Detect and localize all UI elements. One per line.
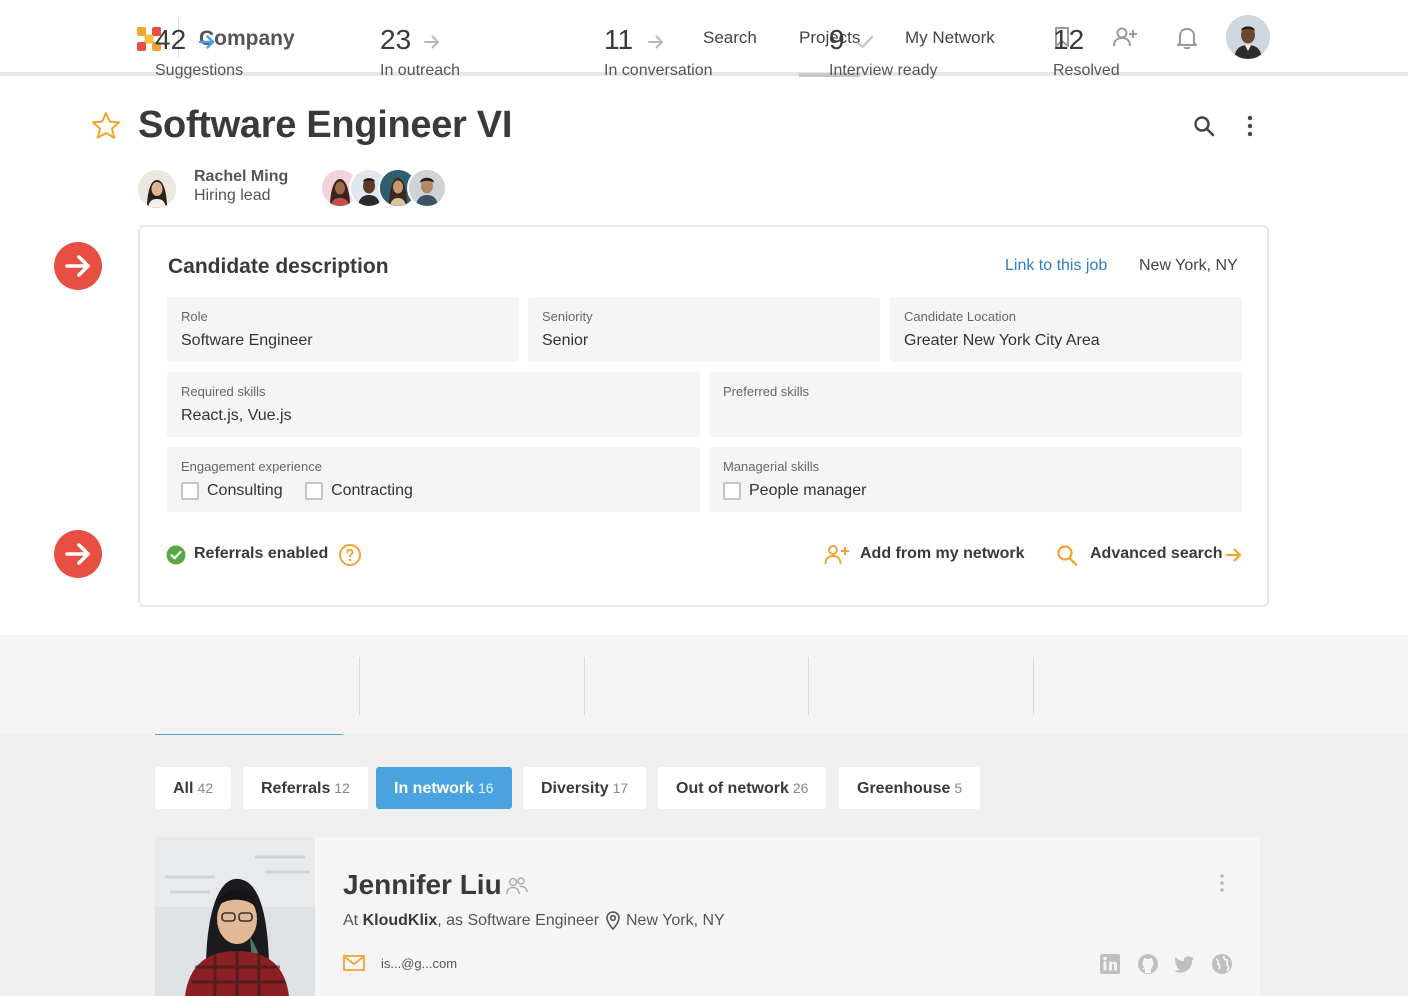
candidate-description-card: Candidate description Link to this job N…: [138, 225, 1269, 607]
stat-interview-ready[interactable]: 9 Interview ready: [829, 24, 1009, 84]
contracting-label: Contracting: [331, 482, 413, 499]
more-options-icon[interactable]: [1240, 114, 1260, 138]
stat-divider: [808, 657, 809, 715]
twitter-icon[interactable]: [1174, 953, 1196, 975]
card-title: Candidate description: [168, 255, 389, 278]
add-from-network-label: Add from my network: [860, 545, 1025, 562]
engagement-experience-label: Engagement experience: [181, 459, 322, 474]
stat-number: 11: [604, 24, 634, 55]
arrow-right-icon: [1225, 548, 1242, 562]
preferred-skills-label: Preferred skills: [723, 384, 809, 399]
link-to-job[interactable]: Link to this job: [1005, 257, 1107, 275]
filter-referrals[interactable]: Referrals 12: [243, 767, 368, 809]
filter-diversity[interactable]: Diversity 17: [523, 767, 647, 809]
stat-divider: [584, 657, 585, 715]
seniority-value: Senior: [542, 332, 589, 349]
search-icon: [1057, 545, 1078, 566]
filter-out-of-network[interactable]: Out of network 26: [658, 767, 827, 809]
hiring-lead-name[interactable]: Rachel Ming: [194, 168, 288, 186]
stat-label: In conversation: [604, 62, 713, 79]
network-connection-icon: [506, 877, 528, 895]
linkedin-icon[interactable]: [1099, 953, 1121, 975]
team-member-avatar[interactable]: [407, 168, 447, 208]
candidate-company[interactable]: KloudKlix: [363, 912, 438, 929]
filter-in-network[interactable]: In network 16: [376, 767, 512, 809]
more-options-icon[interactable]: [1215, 873, 1229, 893]
stat-in-conversation[interactable]: 11 In conversation: [604, 24, 784, 84]
add-person-icon: [824, 545, 849, 565]
stat-label: Interview ready: [829, 62, 938, 79]
stat-number: 12: [1053, 24, 1085, 55]
page-title: Software Engineer VI: [138, 104, 513, 146]
advanced-search-label: Advanced search: [1090, 545, 1223, 562]
advanced-search-button[interactable]: Advanced search: [1056, 543, 1246, 567]
arrow-marker: [54, 242, 102, 290]
stat-number: 9: [829, 24, 845, 55]
required-skills-field[interactable]: Required skills React.js, Vue.js: [167, 372, 700, 437]
contracting-checkbox[interactable]: [305, 482, 324, 500]
location-pin-icon: [606, 911, 620, 930]
candidate-photo[interactable]: [155, 837, 315, 996]
github-icon[interactable]: [1137, 953, 1159, 975]
stat-divider: [359, 657, 360, 715]
stat-resolved[interactable]: 12 Resolved: [1053, 24, 1233, 84]
candidate-location: New York, NY: [626, 912, 725, 929]
mail-icon[interactable]: [343, 955, 365, 971]
arrow-right-icon: [424, 35, 439, 49]
stat-divider: [1033, 657, 1034, 715]
candidate-card[interactable]: Jennifer Liu At KloudKlix, as Software E…: [155, 837, 1260, 996]
check-circle-icon: [166, 545, 186, 565]
hiring-lead-avatar[interactable]: [138, 170, 176, 208]
help-icon[interactable]: [338, 543, 362, 567]
candidate-email[interactable]: is...@g...com: [381, 956, 457, 971]
seniority-field[interactable]: Seniority Senior: [528, 297, 880, 362]
people-manager-checkbox[interactable]: [723, 482, 741, 500]
add-from-network-button[interactable]: Add from my network: [824, 543, 1024, 567]
filter-all[interactable]: All 42: [155, 767, 232, 809]
arrow-right-icon: [198, 35, 215, 49]
consulting-checkbox[interactable]: [181, 482, 199, 500]
consulting-label: Consulting: [207, 482, 283, 499]
candidate-location-label: Candidate Location: [904, 309, 1017, 324]
team-avatars[interactable]: [320, 168, 450, 208]
stat-suggestions[interactable]: 42 Suggestions: [155, 24, 335, 84]
arrow-right-icon: [648, 35, 663, 49]
required-skills-label: Required skills: [181, 384, 266, 399]
stat-label: Suggestions: [155, 62, 244, 79]
filter-greenhouse[interactable]: Greenhouse 5: [839, 767, 981, 809]
pipeline-stats: [0, 635, 1408, 735]
engagement-experience-field: Engagement experience Consulting Contrac…: [167, 447, 700, 512]
people-manager-label: People manager: [749, 482, 867, 499]
star-icon[interactable]: [90, 110, 122, 142]
required-skills-value: React.js, Vue.js: [181, 407, 292, 424]
stat-number: 23: [380, 24, 412, 55]
stat-number: 42: [155, 24, 187, 55]
role-label: Role: [181, 309, 208, 324]
globe-icon[interactable]: [1211, 953, 1233, 975]
search-icon[interactable]: [1192, 114, 1216, 138]
preferred-skills-field[interactable]: Preferred skills: [709, 372, 1242, 437]
candidate-location-value: Greater New York City Area: [904, 332, 1100, 349]
managerial-skills-label: Managerial skills: [723, 459, 820, 474]
role-value: Software Engineer: [181, 332, 313, 349]
seniority-label: Seniority: [542, 309, 593, 324]
hiring-lead-role: Hiring lead: [194, 187, 271, 204]
arrow-marker: [54, 530, 102, 578]
role-field[interactable]: Role Software Engineer: [167, 297, 519, 362]
stat-in-outreach[interactable]: 23 In outreach: [380, 24, 560, 84]
managerial-skills-field: Managerial skills People manager: [709, 447, 1242, 512]
checkmark-icon: [857, 36, 873, 48]
candidate-location-field[interactable]: Candidate Location Greater New York City…: [890, 297, 1242, 362]
stat-label: Resolved: [1053, 62, 1120, 79]
candidate-role: At KloudKlix, as Software Engineer: [343, 912, 600, 929]
referrals-enabled[interactable]: Referrals enabled: [194, 545, 328, 563]
stat-label: In outreach: [380, 62, 461, 79]
candidate-name[interactable]: Jennifer Liu: [343, 869, 502, 901]
job-location: New York, NY: [1139, 257, 1238, 274]
